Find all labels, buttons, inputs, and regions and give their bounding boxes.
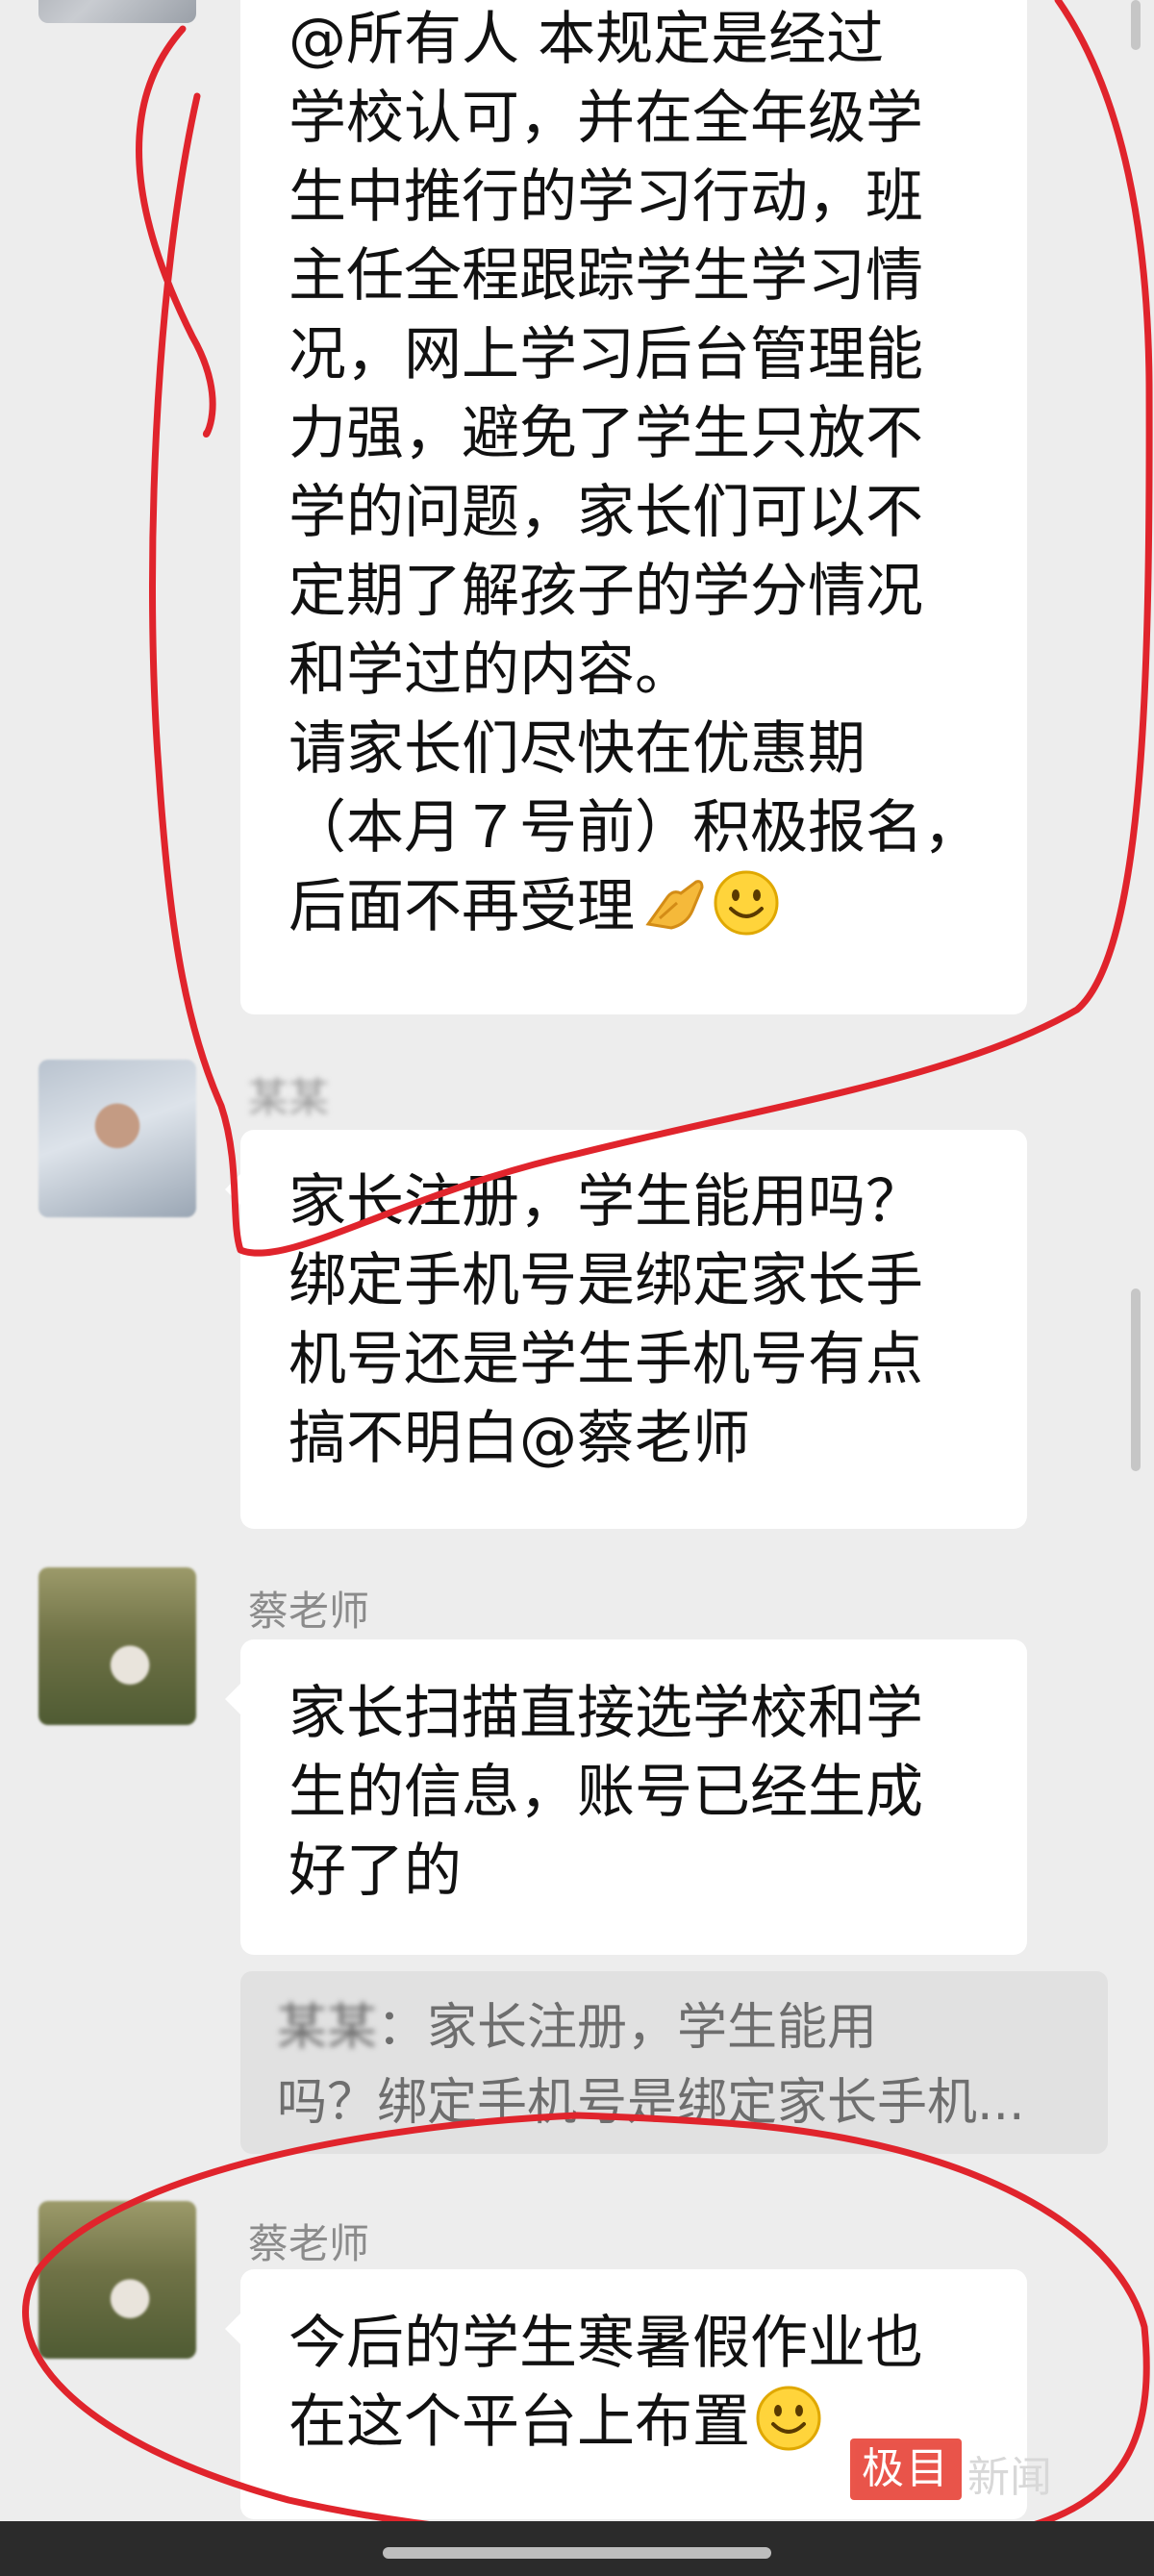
smiley-icon [714,870,779,936]
watermark-logo: 极目 [850,2438,962,2500]
message-line: 家长注册，学生能用吗？ [288,1168,923,1236]
hands-clap-icon [645,880,704,930]
sender-name: 蔡老师 [248,1588,370,1635]
message-line: 学校认可，并在全年级学 [288,85,923,152]
scrollbar[interactable] [1131,0,1141,50]
smiley-icon [756,2386,821,2451]
message-line: 家长扫描直接选学校和学 [288,1680,923,1747]
quote-line: 某某：家长注册，学生能用 [277,1990,1108,2065]
message-line: 况，网上学习后台管理能 [288,321,923,388]
message-text: 后面不再受理 [288,873,635,940]
message-bubble: 家长扫描直接选学校和学 生的信息，账号已经生成 好了的 [225,1639,1027,1955]
message-line: @所有人 本规定是经过 [288,6,885,73]
message-bubble: 家长注册，学生能用吗？ 绑定手机号是绑定家长手 机号还是学生手机号有点 搞不明白… [225,1130,1027,1529]
message-line-last: 后面不再受理 [288,867,1027,946]
message-bubble: @所有人 本规定是经过 学校认可，并在全年级学 生中推行的学习行动，班 主任全程… [240,0,1027,1014]
message-line: 好了的 [288,1838,462,1905]
message-line: 今后的学生寒暑假作业也 [288,2310,923,2377]
message-line: 学的问题，家长们可以不 [288,479,923,546]
message-line: 机号还是学生手机号有点 [288,1326,923,1393]
home-indicator[interactable] [383,2547,771,2559]
avatar[interactable] [38,1060,196,1217]
message-line: （本月７号前）积极报名， [288,794,981,862]
message-line: 请家长们尽快在优惠期 [288,715,866,783]
message-line: 力强，避免了学生只放不 [288,400,923,467]
message-line: 定期了解孩子的学分情况 [288,558,923,625]
watermark-text: 新闻 [967,2453,1052,2502]
quoted-message[interactable]: 某某：家长注册，学生能用 吗？绑定手机号是绑定家长手机... [240,1971,1108,2154]
quote-sender: 某某 [277,1999,378,2057]
avatar[interactable] [38,2201,196,2359]
sender-name: 蔡老师 [248,2220,370,2267]
message-line: 和学过的内容。 [288,637,692,704]
message-line: 生的信息，账号已经生成 [288,1759,923,1826]
message-text: 在这个平台上布置 [288,2388,750,2456]
quote-line: 吗？绑定手机号是绑定家长手机... [277,2074,1025,2132]
scrollbar[interactable] [1131,1288,1141,1471]
avatar[interactable] [38,1567,196,1725]
quote-text: ：家长注册，学生能用 [377,1999,878,2057]
message-line: 生中推行的学习行动，班 [288,163,923,231]
message-line: 绑定手机号是绑定家长手 [288,1247,923,1314]
message-line: 搞不明白@蔡老师 [288,1405,750,1472]
avatar[interactable] [38,0,196,23]
message-line: 主任全程跟踪学生学习情 [288,242,923,310]
sender-name: 某某 [248,1074,330,1121]
